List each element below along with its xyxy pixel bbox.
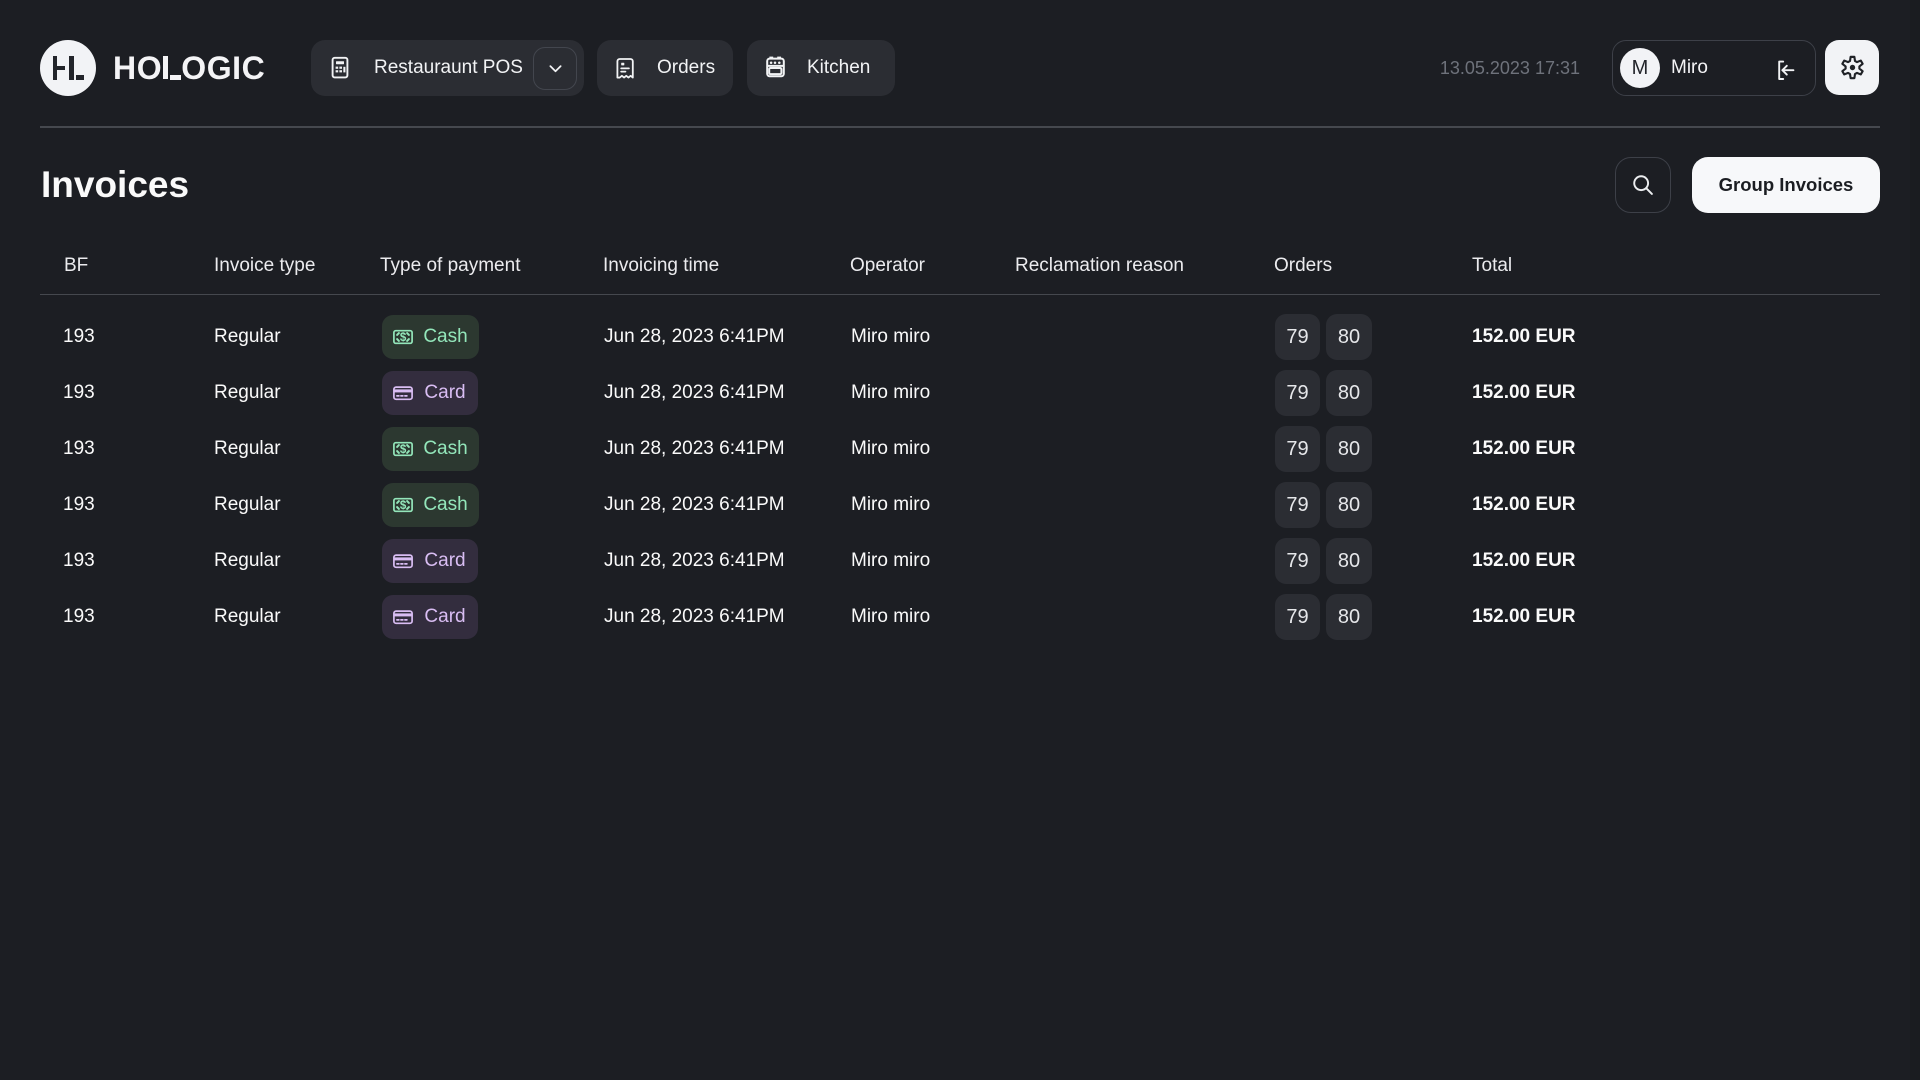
svg-text:$: $: [399, 444, 406, 456]
svg-text:$: $: [399, 500, 406, 512]
svg-text:$: $: [399, 332, 406, 344]
